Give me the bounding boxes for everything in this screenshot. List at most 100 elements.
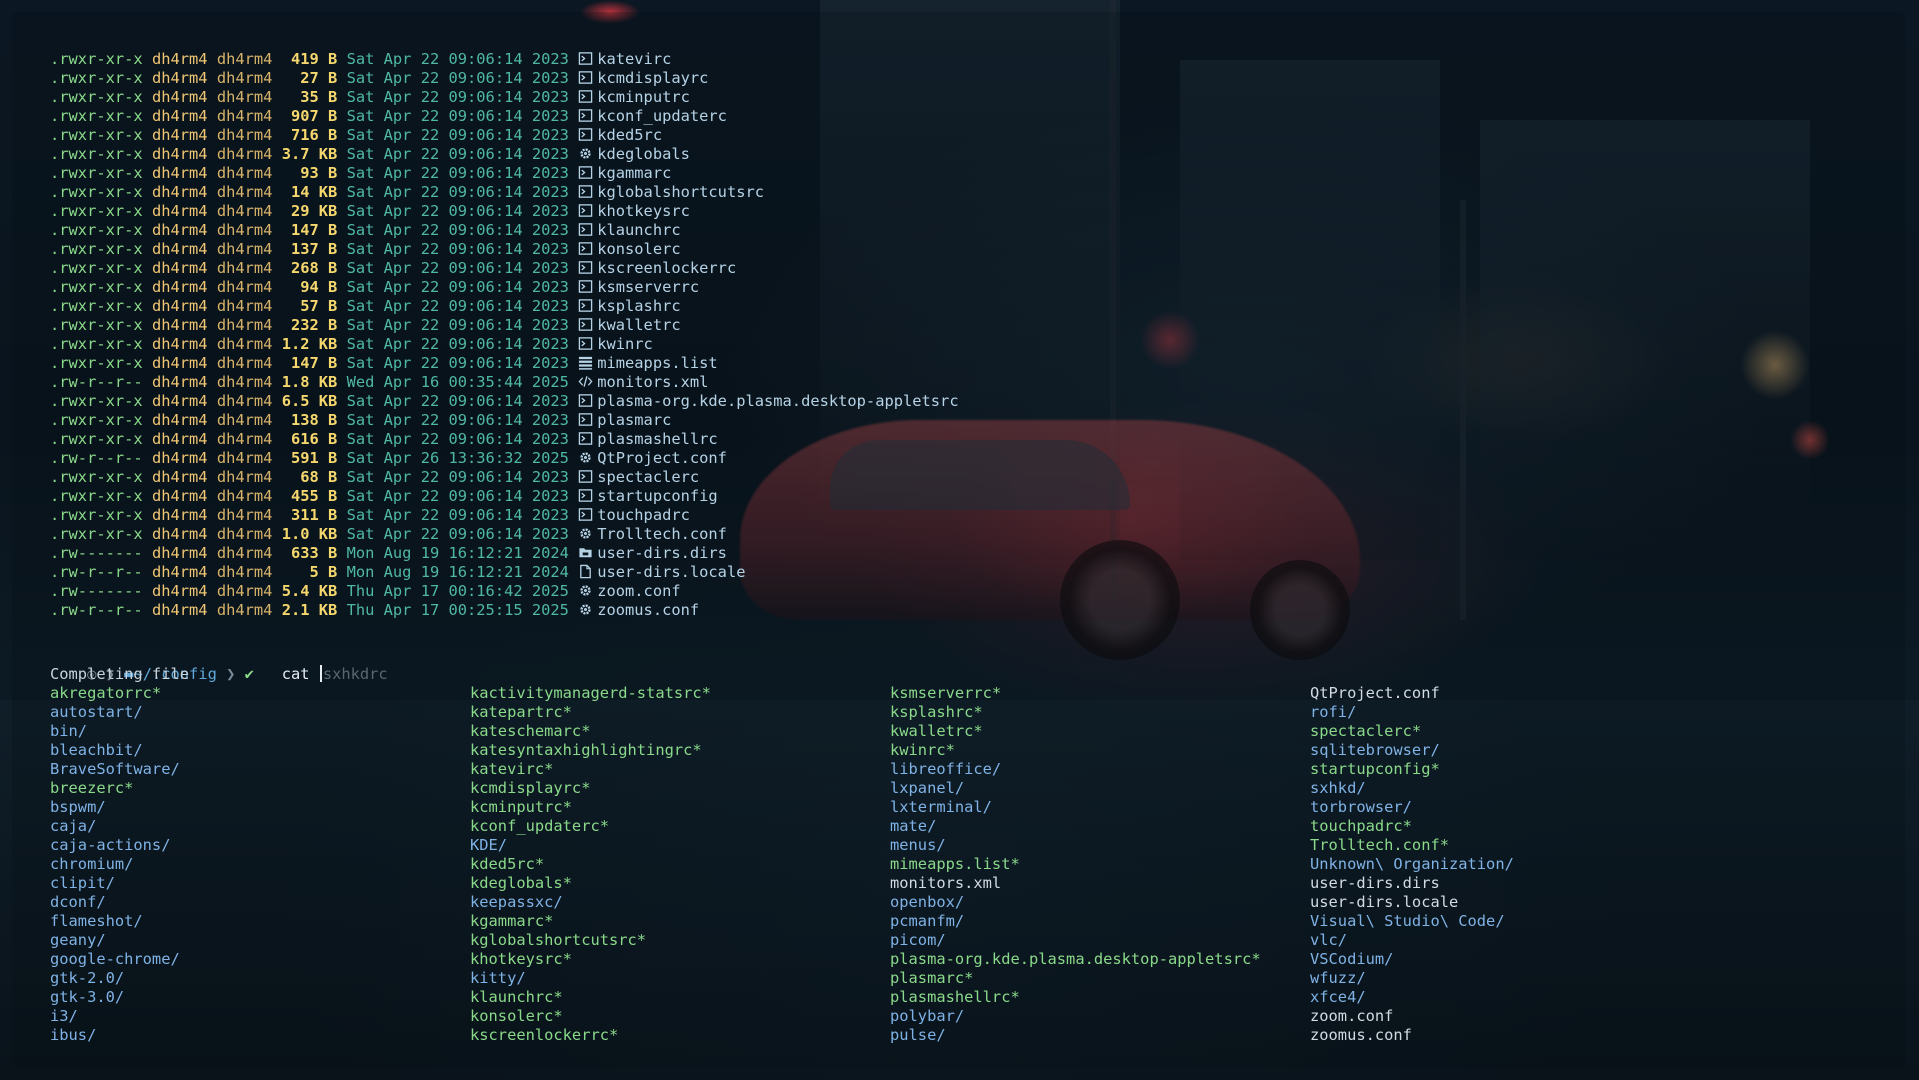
terminal-file-icon bbox=[578, 431, 593, 446]
completion-item[interactable]: bin/ bbox=[50, 722, 180, 741]
file-size: 27 B bbox=[281, 69, 347, 87]
completion-item[interactable]: autostart/ bbox=[50, 703, 180, 722]
completion-item[interactable]: KDE/ bbox=[470, 836, 711, 855]
completion-item[interactable]: kitty/ bbox=[470, 969, 711, 988]
completion-item[interactable]: kgammarc* bbox=[470, 912, 711, 931]
completion-item[interactable]: vlc/ bbox=[1310, 931, 1514, 950]
completion-item[interactable]: kwalletrc* bbox=[890, 722, 1261, 741]
completion-item[interactable]: menus/ bbox=[890, 836, 1261, 855]
completion-item[interactable]: kateschemarc* bbox=[470, 722, 711, 741]
completion-item[interactable]: caja-actions/ bbox=[50, 836, 180, 855]
file-size: 14 KB bbox=[281, 183, 347, 201]
completion-item[interactable]: katevirc* bbox=[470, 760, 711, 779]
completion-item[interactable]: bspwm/ bbox=[50, 798, 180, 817]
completion-item[interactable]: sqlitebrowser/ bbox=[1310, 741, 1514, 760]
file-group: dh4rm4 bbox=[216, 88, 282, 106]
completion-item[interactable]: Visual\ Studio\ Code/ bbox=[1310, 912, 1514, 931]
completion-item[interactable]: Trolltech.conf* bbox=[1310, 836, 1514, 855]
completion-item[interactable]: user-dirs.locale bbox=[1310, 893, 1514, 912]
completion-item[interactable]: pulse/ bbox=[890, 1026, 1261, 1045]
completion-item[interactable]: kcmdisplayrc* bbox=[470, 779, 711, 798]
file-name: plasmarc bbox=[597, 411, 672, 429]
file-permissions: .rwxr-xr-x bbox=[50, 316, 152, 334]
completion-item[interactable]: i3/ bbox=[50, 1007, 180, 1026]
completion-item[interactable]: ibus/ bbox=[50, 1026, 180, 1045]
completion-item[interactable]: katepartrc* bbox=[470, 703, 711, 722]
completion-item[interactable]: mate/ bbox=[890, 817, 1261, 836]
completion-item[interactable]: clipit/ bbox=[50, 874, 180, 893]
completion-item[interactable]: VSCodium/ bbox=[1310, 950, 1514, 969]
completion-item[interactable]: plasmashellrc* bbox=[890, 988, 1261, 1007]
completion-item[interactable]: klaunchrc* bbox=[470, 988, 711, 1007]
completion-item[interactable]: kscreenlockerrc* bbox=[470, 1026, 711, 1045]
completion-item[interactable]: rofi/ bbox=[1310, 703, 1514, 722]
file-group: dh4rm4 bbox=[216, 449, 282, 467]
completion-item[interactable]: mimeapps.list* bbox=[890, 855, 1261, 874]
terminal-file-icon bbox=[578, 184, 593, 199]
completion-item[interactable]: geany/ bbox=[50, 931, 180, 950]
completion-item[interactable]: kcminputrc* bbox=[470, 798, 711, 817]
completion-item[interactable]: ksmserverrc* bbox=[890, 684, 1261, 703]
completion-item[interactable]: zoom.conf bbox=[1310, 1007, 1514, 1026]
completion-item[interactable]: user-dirs.dirs bbox=[1310, 874, 1514, 893]
terminal-file-icon bbox=[578, 51, 593, 66]
completion-item[interactable]: startupconfig* bbox=[1310, 760, 1514, 779]
completion-item[interactable]: kactivitymanagerd-statsrc* bbox=[470, 684, 711, 703]
completion-item[interactable]: xfce4/ bbox=[1310, 988, 1514, 1007]
completion-item[interactable]: spectaclerc* bbox=[1310, 722, 1514, 741]
file-size: 616 B bbox=[281, 430, 347, 448]
completion-item[interactable]: konsolerc* bbox=[470, 1007, 711, 1026]
completion-item[interactable]: caja/ bbox=[50, 817, 180, 836]
file-size: 94 B bbox=[281, 278, 347, 296]
completion-item[interactable]: touchpadrc* bbox=[1310, 817, 1514, 836]
terminal-file-icon bbox=[578, 70, 593, 85]
completion-item[interactable]: google-chrome/ bbox=[50, 950, 180, 969]
gear-icon bbox=[578, 526, 593, 541]
completion-item[interactable]: picom/ bbox=[890, 931, 1261, 950]
file-group: dh4rm4 bbox=[216, 183, 282, 201]
completion-item[interactable]: kwinrc* bbox=[890, 741, 1261, 760]
completion-item[interactable]: ksplashrc* bbox=[890, 703, 1261, 722]
completion-item[interactable]: monitors.xml bbox=[890, 874, 1261, 893]
completion-item[interactable]: akregatorrc* bbox=[50, 684, 180, 703]
file-name: kglobalshortcutsrc bbox=[597, 183, 765, 201]
completion-item[interactable]: BraveSoftware/ bbox=[50, 760, 180, 779]
file-permissions: .rwxr-xr-x bbox=[50, 278, 152, 296]
completion-item[interactable]: plasmarc* bbox=[890, 969, 1261, 988]
listing-row: .rwxr-xr-x dh4rm4 dh4rm4 455 B Sat Apr 2… bbox=[50, 487, 718, 506]
completion-item[interactable]: polybar/ bbox=[890, 1007, 1261, 1026]
autosuggestion: sxhkdrc bbox=[322, 665, 388, 683]
completion-item[interactable]: breezerc* bbox=[50, 779, 180, 798]
completion-item[interactable]: lxterminal/ bbox=[890, 798, 1261, 817]
completion-item[interactable]: kglobalshortcutsrc* bbox=[470, 931, 711, 950]
completion-item[interactable]: Unknown\ Organization/ bbox=[1310, 855, 1514, 874]
completion-item[interactable]: kconf_updaterc* bbox=[470, 817, 711, 836]
completion-item[interactable]: kdeglobals* bbox=[470, 874, 711, 893]
terminal-window[interactable]: .rwxr-xr-x dh4rm4 dh4rm4 419 B Sat Apr 2… bbox=[12, 12, 1905, 1068]
completion-item[interactable]: gtk-3.0/ bbox=[50, 988, 180, 1007]
completion-item[interactable]: lxpanel/ bbox=[890, 779, 1261, 798]
completion-item[interactable]: flameshot/ bbox=[50, 912, 180, 931]
command-input[interactable]: cat bbox=[282, 665, 319, 683]
completion-item[interactable]: torbrowser/ bbox=[1310, 798, 1514, 817]
completion-item[interactable]: keepassxc/ bbox=[470, 893, 711, 912]
shell-prompt[interactable]: ◎ ❯ ▬~/.config ❯ ✔ cat sxhkdrc bbox=[50, 646, 388, 683]
completion-item[interactable]: plasma-org.kde.plasma.desktop-appletsrc* bbox=[890, 950, 1261, 969]
completion-item[interactable]: khotkeysrc* bbox=[470, 950, 711, 969]
completion-item[interactable]: kded5rc* bbox=[470, 855, 711, 874]
completion-item[interactable]: pcmanfm/ bbox=[890, 912, 1261, 931]
completion-item[interactable]: openbox/ bbox=[890, 893, 1261, 912]
completion-item[interactable]: gtk-2.0/ bbox=[50, 969, 180, 988]
completion-item[interactable]: sxhkd/ bbox=[1310, 779, 1514, 798]
completion-item[interactable]: bleachbit/ bbox=[50, 741, 180, 760]
completion-item[interactable]: chromium/ bbox=[50, 855, 180, 874]
completion-item[interactable]: libreoffice/ bbox=[890, 760, 1261, 779]
file-date: Sat Apr 22 09:06:14 2023 bbox=[346, 240, 579, 258]
file-owner: dh4rm4 bbox=[151, 316, 217, 334]
completion-item[interactable]: wfuzz/ bbox=[1310, 969, 1514, 988]
completion-item[interactable]: zoomus.conf bbox=[1310, 1026, 1514, 1045]
completion-item[interactable]: dconf/ bbox=[50, 893, 180, 912]
terminal-file-icon bbox=[578, 222, 593, 237]
completion-item[interactable]: QtProject.conf bbox=[1310, 684, 1514, 703]
completion-item[interactable]: katesyntaxhighlightingrc* bbox=[470, 741, 711, 760]
